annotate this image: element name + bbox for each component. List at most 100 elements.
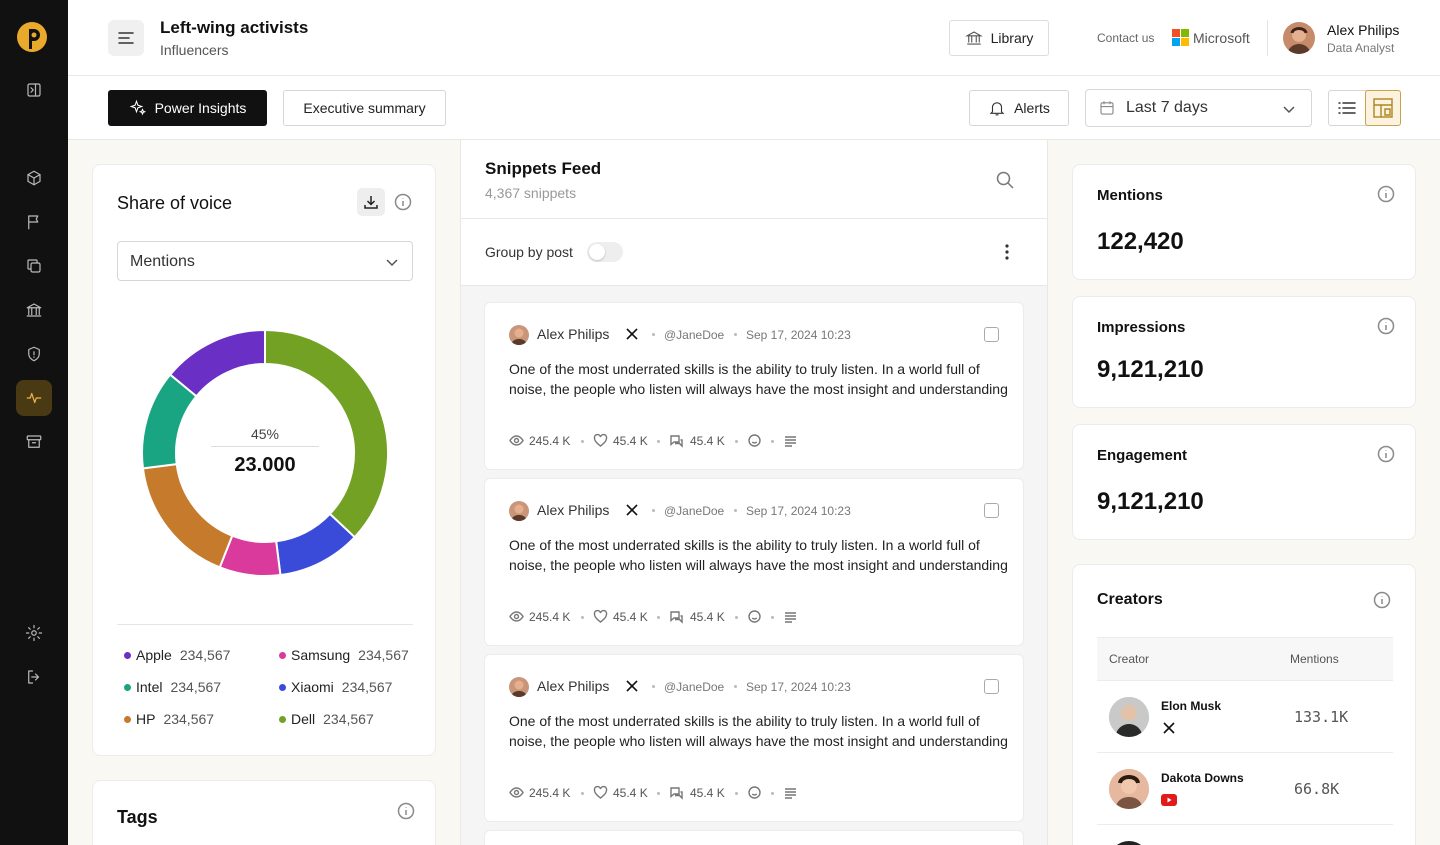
heart-icon <box>593 433 608 447</box>
menu-toggle-button[interactable] <box>108 20 144 56</box>
info-icon[interactable] <box>397 802 415 820</box>
brand-name: Microsoft <box>1193 29 1250 46</box>
collapse-panel-icon[interactable] <box>22 78 46 102</box>
details-icon[interactable] <box>783 433 798 448</box>
power-insights-button[interactable]: Power Insights <box>108 90 267 126</box>
stat-separator <box>657 616 660 619</box>
settings-icon[interactable] <box>22 621 46 645</box>
table-row[interactable]: Dakota Downs 66.8K <box>1097 753 1393 825</box>
legend-swatch <box>124 715 131 723</box>
creators-title: Creators <box>1097 591 1163 608</box>
stat-separator <box>735 616 738 619</box>
youtube-icon <box>1161 794 1177 806</box>
metric-label: Mentions <box>1097 187 1163 204</box>
info-icon[interactable] <box>1373 591 1391 609</box>
bank-icon[interactable] <box>22 298 46 322</box>
author-name[interactable]: Alex Philips <box>537 678 609 694</box>
grid-view-button[interactable] <box>1365 90 1401 126</box>
library-button[interactable]: Library <box>949 20 1049 56</box>
meta-separator <box>652 685 655 688</box>
metric-select-value: Mentions <box>130 253 195 270</box>
snippet-card[interactable] <box>484 830 1024 845</box>
meta-separator <box>652 333 655 336</box>
menu-icon <box>118 32 134 44</box>
sentiment-icon[interactable] <box>747 785 762 800</box>
author-handle[interactable]: @JaneDoe <box>664 504 724 518</box>
legend-value: 234,567 <box>170 679 222 695</box>
legend-value: 234,567 <box>163 711 215 727</box>
flag-icon[interactable] <box>22 210 46 234</box>
toggle-knob <box>589 244 605 260</box>
legend-label: Dell <box>291 711 316 727</box>
x-icon <box>626 328 638 340</box>
creator-mentions: 133.1K <box>1294 708 1349 726</box>
creators-table-header: Creator Mentions <box>1097 637 1393 681</box>
info-icon[interactable] <box>1377 445 1395 463</box>
likes-count: 45.4 K <box>613 786 648 800</box>
author-handle[interactable]: @JaneDoe <box>664 680 724 694</box>
legend-item-samsung: Samsung 234,567 <box>279 647 409 663</box>
user-avatar[interactable] <box>1283 22 1315 54</box>
heart-icon <box>593 785 608 799</box>
search-icon[interactable] <box>995 170 1015 190</box>
more-vertical-icon[interactable] <box>1004 243 1010 261</box>
snippet-text: One of the most underrated skills is the… <box>509 537 1008 573</box>
snippet-card[interactable]: Alex Philips @JaneDoe Sep 17, 2024 10:23 On… <box>484 654 1024 822</box>
donut-slice-apple[interactable] <box>168 328 266 398</box>
alerts-label: Alerts <box>1014 100 1050 116</box>
feed-header: Snippets Feed 4,367 snippets Group by po… <box>461 140 1047 286</box>
comments-icon <box>670 611 683 624</box>
info-icon[interactable] <box>1377 185 1395 203</box>
sparkle-icon <box>129 99 146 116</box>
donut-slice-hp[interactable] <box>141 463 234 569</box>
list-icon <box>1338 102 1356 114</box>
table-row[interactable]: Elon Musk 133.1K <box>1097 681 1393 753</box>
select-checkbox[interactable] <box>984 503 999 518</box>
likes-count: 45.4 K <box>613 610 648 624</box>
page-subtitle: Influencers <box>160 42 229 58</box>
contact-link[interactable]: Contact us <box>1097 31 1154 45</box>
date-range-select[interactable]: Last 7 days <box>1085 89 1312 127</box>
legend-swatch <box>279 715 286 723</box>
logout-icon[interactable] <box>22 665 46 689</box>
download-button[interactable] <box>357 188 385 216</box>
author-name[interactable]: Alex Philips <box>537 326 609 342</box>
legend-value: 234,567 <box>358 647 409 663</box>
snippet-card[interactable]: Alex Philips @JaneDoe Sep 17, 2024 10:23 On… <box>484 478 1024 646</box>
comments-count: 45.4 K <box>690 434 725 448</box>
share-of-voice-donut-chart <box>141 328 389 577</box>
stat-separator <box>657 792 660 795</box>
list-view-button[interactable] <box>1329 91 1365 125</box>
header-divider <box>1267 20 1268 56</box>
select-checkbox[interactable] <box>984 327 999 342</box>
bank-icon <box>964 31 983 45</box>
group-by-post-toggle[interactable] <box>587 242 623 262</box>
activity-icon[interactable] <box>16 380 52 416</box>
select-checkbox[interactable] <box>984 679 999 694</box>
impressions-metric-card: Impressions 9,121,210 <box>1072 296 1416 408</box>
legend-value: 234,567 <box>341 679 393 695</box>
copy-icon[interactable] <box>22 254 46 278</box>
user-name: Alex Philips <box>1327 22 1400 38</box>
info-icon[interactable] <box>1377 317 1395 335</box>
mentions-metric-card: Mentions 122,420 <box>1072 164 1416 280</box>
details-icon[interactable] <box>783 785 798 800</box>
legend-item-apple: Apple 234,567 <box>124 647 230 663</box>
snippet-card[interactable]: Alex Philips @JaneDoe Sep 17, 2024 10:23 On… <box>484 302 1024 470</box>
details-icon[interactable] <box>783 609 798 624</box>
archive-icon[interactable] <box>22 430 46 454</box>
legend-item-dell: Dell 234,567 <box>279 711 374 727</box>
metric-select[interactable]: Mentions <box>117 241 413 281</box>
executive-summary-button[interactable]: Executive summary <box>283 90 446 126</box>
alerts-button[interactable]: Alerts <box>969 90 1069 126</box>
shield-icon[interactable] <box>22 342 46 366</box>
heart-icon <box>593 609 608 623</box>
sentiment-icon[interactable] <box>747 433 762 448</box>
cube-icon[interactable] <box>22 166 46 190</box>
engagement-metric-card: Engagement 9,121,210 <box>1072 424 1416 540</box>
author-handle[interactable]: @JaneDoe <box>664 328 724 342</box>
author-name[interactable]: Alex Philips <box>537 502 609 518</box>
app-logo-icon[interactable] <box>16 20 48 54</box>
sentiment-icon[interactable] <box>747 609 762 624</box>
info-icon[interactable] <box>394 193 412 211</box>
